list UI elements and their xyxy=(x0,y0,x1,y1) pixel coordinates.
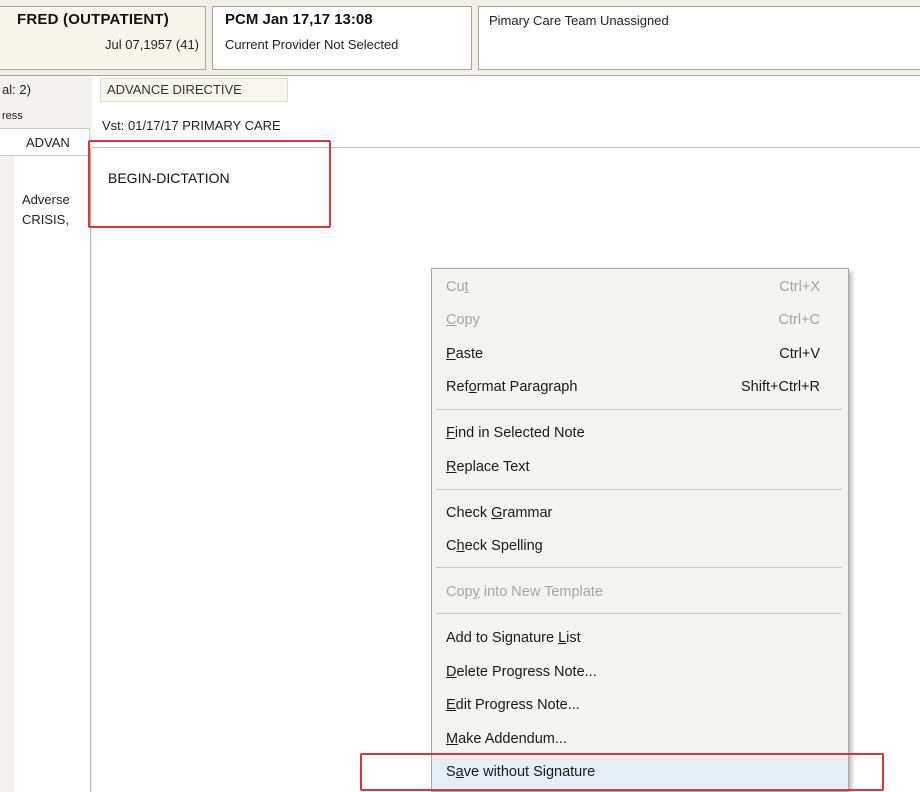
menu-item-check-grammar[interactable]: Check Grammar xyxy=(432,499,848,529)
note-list-item-label: ADVAN xyxy=(26,135,70,150)
context-menu: Cut Ctrl+X Copy Ctrl+C Paste Ctrl+V Reformat P… xyxy=(431,268,849,792)
menu-item-cut: Cut Ctrl+X xyxy=(432,273,848,303)
menu-separator xyxy=(436,489,842,490)
notes-tab-label[interactable]: ress xyxy=(2,110,23,122)
note-list-item[interactable]: ADVAN xyxy=(0,128,90,156)
patient-info-button[interactable]: FRED (OUTPATIENT) Jul 07,1957 (41) xyxy=(0,6,206,70)
menu-item-label: Check Spelling xyxy=(446,538,543,554)
menu-item-shortcut: Ctrl+V xyxy=(779,346,820,362)
highlight-box-dictation xyxy=(88,140,331,228)
menu-item-label: Check Grammar xyxy=(446,505,553,521)
menu-item-replace-text[interactable]: Replace Text xyxy=(432,453,848,483)
menu-item-delete-progress-note[interactable]: Delete Progress Note... xyxy=(432,658,848,688)
patient-dob: Jul 07,1957 (41) xyxy=(105,37,199,52)
menu-item-copy-into-new-template: Copy into New Template xyxy=(432,578,848,608)
menu-item-label: Copy xyxy=(446,312,480,328)
note-preview-line-1: Adverse xyxy=(22,192,70,207)
pcm-title: PCM Jan 17,17 13:08 xyxy=(225,11,373,28)
patient-header: FRED (OUTPATIENT) Jul 07,1957 (41) PCM J… xyxy=(0,0,920,76)
menu-item-find-in-selected-note[interactable]: Find in Selected Note xyxy=(432,419,848,449)
menu-item-reformat-paragraph[interactable]: Reformat Paragraph Shift+Ctrl+R xyxy=(432,373,848,403)
care-team-label: Pimary Care Team Unassigned xyxy=(489,13,669,28)
menu-item-label: Make Addendum... xyxy=(446,731,567,747)
note-preview-pane xyxy=(14,156,90,792)
menu-item-label: Cut xyxy=(446,279,469,295)
menu-item-copy: Copy Ctrl+C xyxy=(432,306,848,336)
menu-item-label: Edit Progress Note... xyxy=(446,697,580,713)
menu-item-label: Copy into New Template xyxy=(446,584,603,600)
menu-item-label: Add to Signature List xyxy=(446,630,581,646)
menu-item-label: Paste xyxy=(446,346,484,362)
menu-separator xyxy=(436,567,842,568)
menu-item-shortcut: Shift+Ctrl+R xyxy=(741,379,820,395)
menu-item-add-to-signature-list[interactable]: Add to Signature List xyxy=(432,624,848,654)
pcm-info-button[interactable]: PCM Jan 17,17 13:08 Current Provider Not… xyxy=(212,6,472,70)
pcm-provider: Current Provider Not Selected xyxy=(225,37,399,52)
note-title-box: ADVANCE DIRECTIVE xyxy=(100,78,288,102)
menu-item-paste[interactable]: Paste Ctrl+V xyxy=(432,340,848,370)
menu-separator xyxy=(436,613,842,614)
menu-item-shortcut: Ctrl+X xyxy=(779,279,820,295)
panel-divider[interactable] xyxy=(90,148,91,792)
menu-item-label: Reformat Paragraph xyxy=(446,379,578,395)
note-preview-line-2: CRISIS, xyxy=(22,212,69,227)
notes-total-label: al: 2) xyxy=(2,82,31,97)
menu-separator xyxy=(436,409,842,410)
menu-item-label: Delete Progress Note... xyxy=(446,664,597,680)
menu-item-make-addendum[interactable]: Make Addendum... xyxy=(432,725,848,755)
menu-item-label: Find in Selected Note xyxy=(446,425,585,441)
menu-item-shortcut: Ctrl+C xyxy=(778,312,821,328)
visit-info: Vst: 01/17/17 PRIMARY CARE xyxy=(102,118,281,133)
highlight-box-save xyxy=(360,753,884,791)
menu-item-edit-progress-note[interactable]: Edit Progress Note... xyxy=(432,691,848,721)
patient-name: FRED (OUTPATIENT) xyxy=(17,11,169,28)
care-team-button[interactable]: Pimary Care Team Unassigned xyxy=(478,6,920,70)
menu-item-check-spelling[interactable]: Check Spelling xyxy=(432,532,848,562)
menu-item-label: Replace Text xyxy=(446,459,530,475)
note-title: ADVANCE DIRECTIVE xyxy=(107,82,242,97)
